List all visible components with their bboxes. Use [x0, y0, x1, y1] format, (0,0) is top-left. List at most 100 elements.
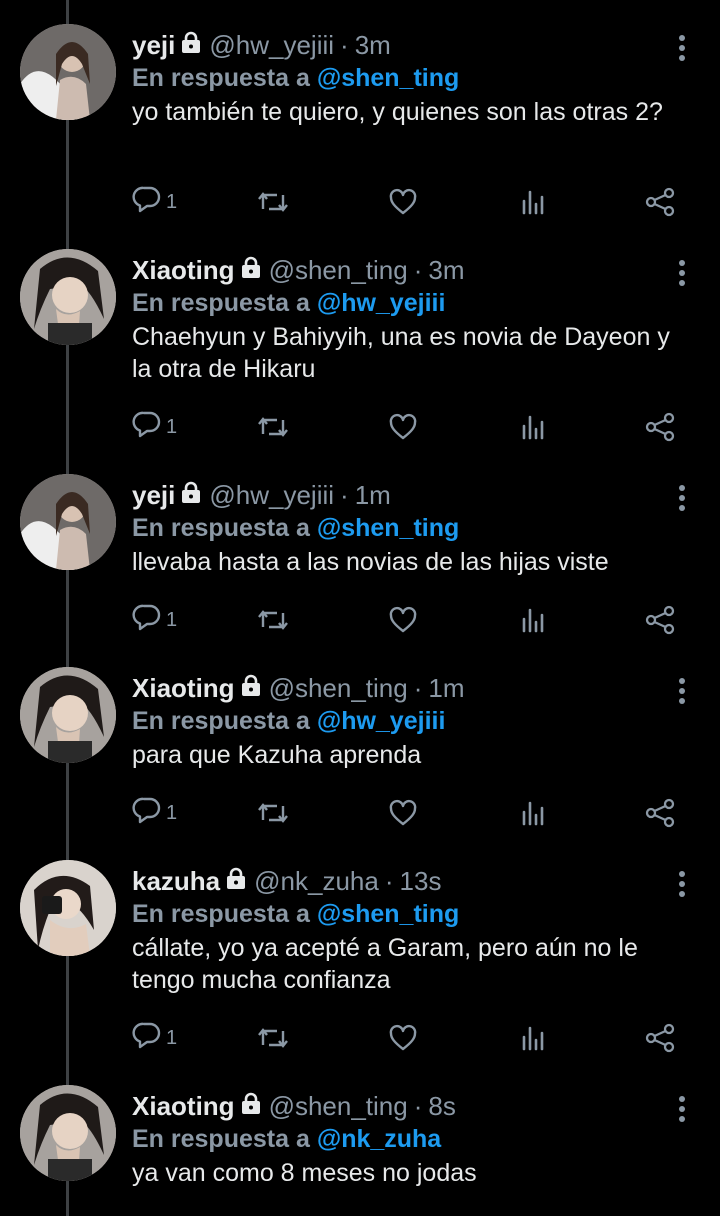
action-bar: 1: [132, 600, 692, 640]
share-icon[interactable]: [644, 407, 676, 447]
handle[interactable]: @nk_zuha: [254, 866, 379, 897]
share-icon[interactable]: [644, 600, 676, 640]
reply-prefix: En respuesta a: [132, 707, 310, 735]
reply-context: En respuesta a @hw_yejiii: [132, 289, 445, 318]
tweet-header: Xiaoting @shen_ting · 3m: [132, 254, 465, 286]
timestamp[interactable]: 1m: [355, 480, 391, 511]
tweet-text: para que Kazuha aprenda: [132, 741, 422, 769]
retweet-icon[interactable]: [256, 407, 290, 447]
display-name[interactable]: kazuha: [132, 866, 220, 897]
reply-count: 1: [166, 190, 178, 213]
mention-link[interactable]: @hw_yejiii: [317, 289, 446, 317]
action-bar: 1: [132, 793, 692, 833]
stats-icon[interactable]: [518, 182, 548, 222]
handle[interactable]: @hw_yejiii: [209, 480, 334, 511]
tweet[interactable]: Xiaoting @shen_ting · 1m En respuesta a …: [0, 653, 720, 838]
like-icon[interactable]: [388, 182, 418, 222]
avatar[interactable]: [20, 474, 116, 570]
avatar[interactable]: [20, 667, 116, 763]
tweet[interactable]: kazuha @nk_zuha · 13s En respuesta a @sh…: [0, 846, 720, 1061]
lock-icon: [239, 255, 263, 286]
reply-prefix: En respuesta a: [132, 1125, 310, 1153]
reply-icon: [132, 184, 162, 220]
handle[interactable]: @shen_ting: [269, 673, 408, 704]
stats-icon[interactable]: [518, 1018, 548, 1058]
action-bar: 1: [132, 182, 692, 222]
handle[interactable]: @shen_ting: [269, 255, 408, 286]
tweet-header: yeji @hw_yejiii · 1m: [132, 479, 391, 511]
timestamp[interactable]: 8s: [428, 1091, 455, 1122]
stats-icon[interactable]: [518, 600, 548, 640]
like-icon[interactable]: [388, 1018, 418, 1058]
tweet-text: llevaba hasta a las novias de las hijas …: [132, 548, 609, 576]
tweet-text: yo también te quiero, y quienes son las …: [132, 98, 663, 126]
tweet-header: yeji @hw_yejiii · 3m: [132, 29, 391, 61]
retweet-icon[interactable]: [256, 1018, 290, 1058]
reply-icon: [132, 602, 162, 638]
more-icon[interactable]: [670, 866, 694, 902]
more-icon[interactable]: [670, 673, 694, 709]
mention-link[interactable]: @nk_zuha: [317, 1125, 441, 1153]
timestamp[interactable]: 3m: [355, 30, 391, 61]
tweet-header: Xiaoting @shen_ting · 8s: [132, 1090, 456, 1122]
reply-context: En respuesta a @shen_ting: [132, 64, 459, 93]
more-icon[interactable]: [670, 255, 694, 291]
tweet[interactable]: Xiaoting @shen_ting · 3m En respuesta a …: [0, 235, 720, 450]
reply-button[interactable]: 1: [132, 793, 177, 833]
display-name[interactable]: Xiaoting: [132, 1091, 235, 1122]
retweet-icon[interactable]: [256, 600, 290, 640]
avatar[interactable]: [20, 24, 116, 120]
avatar[interactable]: [20, 860, 116, 956]
display-name[interactable]: yeji: [132, 480, 175, 511]
handle[interactable]: @hw_yejiii: [209, 30, 334, 61]
mention-link[interactable]: @shen_ting: [317, 514, 459, 542]
tweet-text: cállate, yo ya acepté a Garam, pero aún …: [132, 934, 638, 994]
reply-count: 1: [166, 608, 178, 631]
reply-button[interactable]: 1: [132, 407, 177, 447]
more-icon[interactable]: [670, 480, 694, 516]
share-icon[interactable]: [644, 182, 676, 222]
action-bar: 1: [132, 407, 692, 447]
like-icon[interactable]: [388, 600, 418, 640]
reply-icon: [132, 1020, 162, 1056]
reply-context: En respuesta a @nk_zuha: [132, 1125, 441, 1154]
like-icon[interactable]: [388, 407, 418, 447]
display-name[interactable]: Xiaoting: [132, 255, 235, 286]
avatar[interactable]: [20, 1085, 116, 1181]
reply-icon: [132, 409, 162, 445]
tweet-header: kazuha @nk_zuha · 13s: [132, 865, 442, 897]
retweet-icon[interactable]: [256, 182, 290, 222]
tweet[interactable]: Xiaoting @shen_ting · 8s En respuesta a …: [0, 1071, 720, 1216]
more-icon[interactable]: [670, 30, 694, 66]
avatar[interactable]: [20, 249, 116, 345]
reply-button[interactable]: 1: [132, 182, 177, 222]
like-icon[interactable]: [388, 793, 418, 833]
display-name[interactable]: yeji: [132, 30, 175, 61]
stats-icon[interactable]: [518, 407, 548, 447]
tweet[interactable]: yeji @hw_yejiii · 3m En respuesta a @she…: [0, 10, 720, 225]
reply-button[interactable]: 1: [132, 1018, 177, 1058]
mention-link[interactable]: @shen_ting: [317, 900, 459, 928]
lock-icon: [239, 673, 263, 704]
reply-context: En respuesta a @hw_yejiii: [132, 707, 445, 736]
tweet-header: Xiaoting @shen_ting · 1m: [132, 672, 465, 704]
reply-prefix: En respuesta a: [132, 514, 310, 542]
timestamp[interactable]: 1m: [428, 673, 464, 704]
timestamp[interactable]: 3m: [428, 255, 464, 286]
mention-link[interactable]: @hw_yejiii: [317, 707, 446, 735]
share-icon[interactable]: [644, 1018, 676, 1058]
mention-link[interactable]: @shen_ting: [317, 64, 459, 92]
more-icon[interactable]: [670, 1091, 694, 1127]
reply-prefix: En respuesta a: [132, 289, 310, 317]
handle[interactable]: @shen_ting: [269, 1091, 408, 1122]
reply-icon: [132, 795, 162, 831]
stats-icon[interactable]: [518, 793, 548, 833]
reply-count: 1: [166, 1026, 178, 1049]
share-icon[interactable]: [644, 793, 676, 833]
retweet-icon[interactable]: [256, 793, 290, 833]
tweet[interactable]: yeji @hw_yejiii · 1m En respuesta a @she…: [0, 460, 720, 645]
reply-button[interactable]: 1: [132, 600, 177, 640]
timestamp[interactable]: 13s: [400, 866, 442, 897]
reply-prefix: En respuesta a: [132, 64, 310, 92]
display-name[interactable]: Xiaoting: [132, 673, 235, 704]
